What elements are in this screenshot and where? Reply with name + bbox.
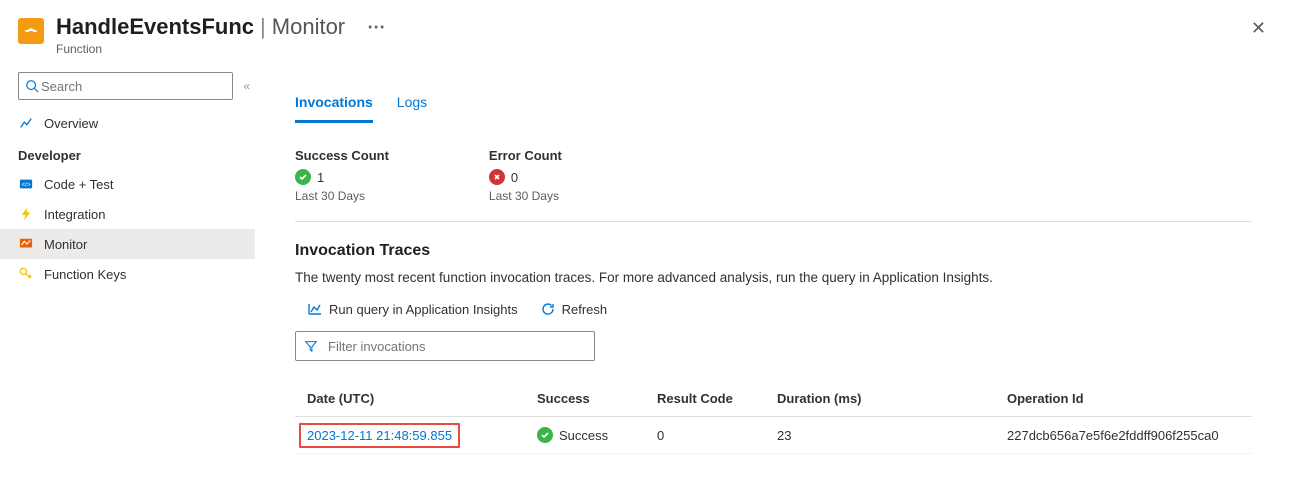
sidebar-item-integration[interactable]: Integration [0,199,255,229]
table-row: 2023-12-11 21:48:59.855 Success 0 23 227… [295,417,1252,454]
invocation-traces-description: The twenty most recent function invocati… [295,270,1252,285]
col-duration[interactable]: Duration (ms) [777,391,1007,406]
summary-row: Success Count 1 Last 30 Days Error Count… [295,148,1252,222]
header-bar: HandleEventsFunc | Monitor ⋯ Function ✕ [0,0,1292,66]
code-icon: </> [18,176,34,192]
success-check-icon [537,427,553,443]
trace-success-cell: Success [537,427,657,443]
monitor-icon [18,236,34,252]
invocation-traces-title: Invocation Traces [295,242,1252,260]
refresh-icon [540,301,556,317]
run-query-button[interactable]: Run query in Application Insights [307,301,518,317]
sidebar: « Overview Developer </> Code + Test Int… [0,66,255,474]
more-actions-button[interactable]: ⋯ [367,17,386,38]
success-count-label: Success Count [295,148,389,163]
col-result-code[interactable]: Result Code [657,391,777,406]
sidebar-item-code-test[interactable]: </> Code + Test [0,169,255,199]
error-count-value: 0 [511,170,518,185]
col-operation-id[interactable]: Operation Id [1007,391,1240,406]
sidebar-search-box[interactable] [18,72,233,100]
trace-table: Date (UTC) Success Result Code Duration … [295,381,1252,454]
tab-logs[interactable]: Logs [397,90,427,123]
error-count-block: Error Count 0 Last 30 Days [489,148,562,203]
filter-invocations-box[interactable] [295,331,595,361]
refresh-button[interactable]: Refresh [540,301,608,317]
trace-success-text: Success [559,428,608,443]
sidebar-item-label: Monitor [44,237,87,252]
success-count-sub: Last 30 Days [295,189,389,203]
sidebar-item-monitor[interactable]: Monitor [0,229,255,259]
sidebar-item-label: Function Keys [44,267,126,282]
search-icon [25,79,39,93]
success-count-value: 1 [317,170,324,185]
key-icon [18,266,34,282]
sidebar-group-developer: Developer [0,138,255,169]
tab-invocations[interactable]: Invocations [295,90,373,123]
col-date[interactable]: Date (UTC) [307,391,537,406]
title-separator: | [260,14,266,40]
run-query-label: Run query in Application Insights [329,302,518,317]
action-row: Run query in Application Insights Refres… [295,301,1252,317]
chart-icon [307,301,323,317]
resource-type-subtitle: Function [56,42,1243,56]
sidebar-item-label: Integration [44,207,105,222]
sidebar-item-function-keys[interactable]: Function Keys [0,259,255,289]
error-count-label: Error Count [489,148,562,163]
col-success[interactable]: Success [537,391,657,406]
lightning-icon [18,206,34,222]
trace-duration: 23 [777,428,1007,443]
trace-result-code: 0 [657,428,777,443]
filter-icon [304,339,318,353]
filter-input[interactable] [326,338,586,355]
overview-icon [18,115,34,131]
collapse-sidebar-button[interactable]: « [243,79,247,93]
trace-date-link[interactable]: 2023-12-11 21:48:59.855 [307,428,452,443]
tabs: Invocations Logs [295,90,1252,124]
page-name: Monitor [272,14,345,40]
sidebar-item-label: Code + Test [44,177,114,192]
sidebar-item-overview[interactable]: Overview [0,108,255,138]
success-count-block: Success Count 1 Last 30 Days [295,148,389,203]
resource-name: HandleEventsFunc [56,14,254,40]
sidebar-item-label: Overview [44,116,98,131]
trace-operation-id: 227dcb656a7e5f6e2fddff906f255ca0 [1007,428,1240,443]
main-content: Invocations Logs Success Count 1 Last 30… [255,66,1292,474]
table-header-row: Date (UTC) Success Result Code Duration … [295,381,1252,417]
error-x-icon [489,169,505,185]
highlight-frame: 2023-12-11 21:48:59.855 [299,423,460,448]
error-count-sub: Last 30 Days [489,189,562,203]
refresh-label: Refresh [562,302,608,317]
function-resource-icon [18,18,44,44]
search-input[interactable] [39,78,226,95]
title-block: HandleEventsFunc | Monitor ⋯ Function [56,14,1243,56]
success-check-icon [295,169,311,185]
close-button[interactable]: ✕ [1243,14,1274,43]
svg-text:</>: </> [22,182,31,189]
